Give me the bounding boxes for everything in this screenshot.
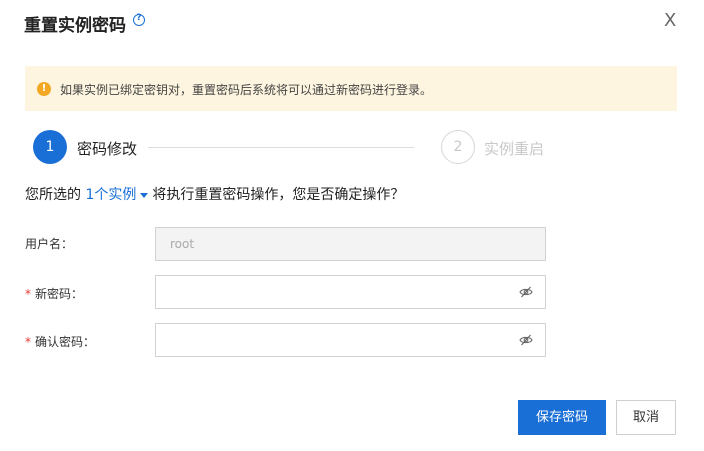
step-connector [148, 147, 414, 148]
close-icon[interactable]: X [664, 10, 676, 31]
username-label: 用户名： [25, 235, 73, 252]
username-input [156, 228, 520, 260]
required-mark: * [25, 287, 31, 301]
step-1-circle: 1 [33, 130, 67, 164]
eye-hidden-icon[interactable] [519, 333, 533, 347]
new-password-input[interactable] [156, 276, 520, 308]
step-2-circle: 2 [441, 130, 475, 164]
help-glyph: ? [136, 13, 142, 23]
warning-icon: ! [37, 82, 51, 96]
caret-down-icon [140, 192, 149, 198]
step-1-label: 密码修改 [77, 140, 138, 158]
question-suffix: 将执行重置密码操作，您是否确定操作？ [152, 187, 405, 203]
instances-link-text: 1个实例 [85, 187, 137, 203]
new-password-label: * 新密码： [25, 285, 83, 302]
reset-password-dialog: 重置实例密码 ? X ! 如果实例已绑定密钥对，重置密码后系统将可以通过新密码进… [0, 0, 704, 451]
notice-text: 如果实例已绑定密钥对，重置密码后系统将可以通过新密码进行登录。 [60, 83, 433, 97]
notice-banner: ! 如果实例已绑定密钥对，重置密码后系统将可以通过新密码进行登录。 [25, 66, 677, 111]
confirm-password-label: * 确认密码： [25, 333, 95, 350]
new-password-field[interactable] [155, 275, 546, 309]
confirm-password-field[interactable] [155, 323, 546, 357]
question-prefix: 您所选的 [25, 187, 81, 203]
step-2-label: 实例重启 [484, 140, 545, 158]
dialog-title: 重置实例密码 [24, 16, 126, 36]
eye-hidden-icon[interactable] [519, 285, 533, 299]
required-mark: * [25, 335, 31, 349]
username-field [155, 227, 546, 261]
new-password-label-text: 新密码： [35, 287, 84, 301]
username-label-text: 用户名： [25, 237, 74, 251]
cancel-button[interactable]: 取消 [616, 400, 676, 435]
selected-instances-dropdown[interactable]: 1个实例 [85, 187, 152, 203]
confirm-password-input[interactable] [156, 324, 520, 356]
confirm-password-label-text: 确认密码： [35, 335, 96, 349]
save-password-button[interactable]: 保存密码 [518, 400, 606, 435]
help-icon[interactable]: ? [133, 13, 145, 26]
confirm-question: 您所选的 1个实例 将执行重置密码操作，您是否确定操作？ [25, 184, 404, 204]
